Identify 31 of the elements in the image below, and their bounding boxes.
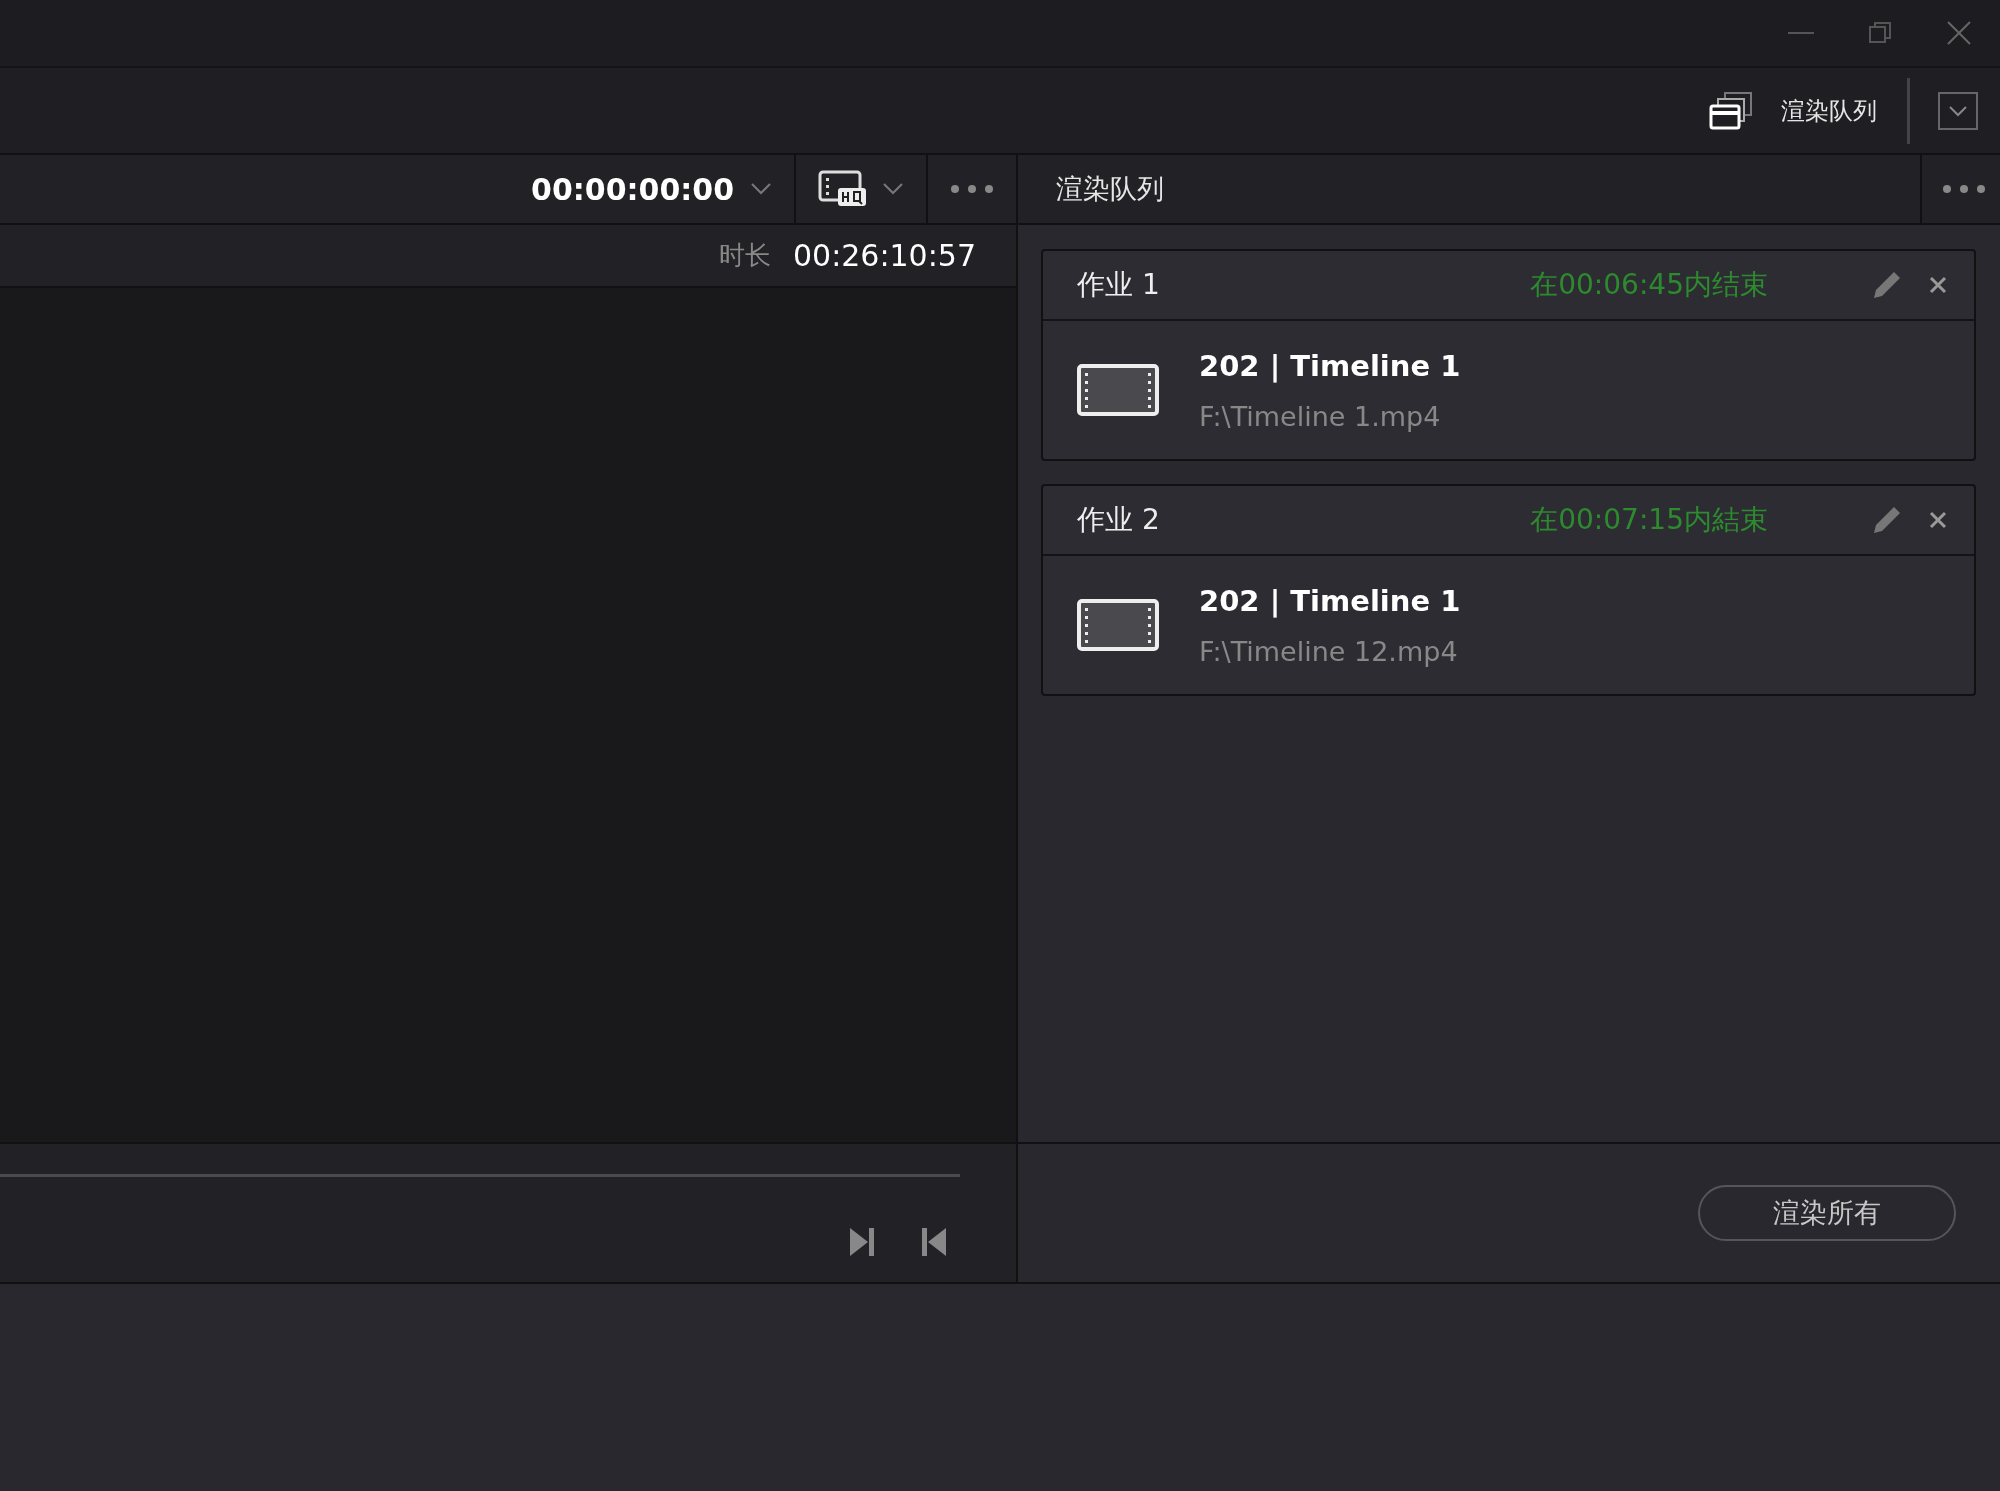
close-icon[interactable] bbox=[1928, 510, 1948, 530]
timeline-name: 202 | Timeline 1 bbox=[1199, 348, 1461, 383]
file-path: F:\Timeline 1.mp4 bbox=[1199, 400, 1442, 432]
more-icon[interactable] bbox=[950, 184, 994, 194]
film-icon bbox=[1077, 599, 1159, 651]
render-queue-button[interactable]: 渲染队列 bbox=[1703, 89, 1907, 132]
more-icon[interactable] bbox=[1942, 184, 1986, 194]
job-status: 在00:06:45内结束 bbox=[1530, 267, 1768, 303]
timecode[interactable]: 00:00:00:00 bbox=[531, 171, 734, 207]
chevron-down-icon bbox=[1947, 103, 1969, 118]
job-title: 作业 2 bbox=[1077, 502, 1160, 538]
file-path: F:\Timeline 12.mp4 bbox=[1199, 635, 1459, 667]
hq-icon[interactable] bbox=[818, 170, 868, 208]
timeline-name: 202 | Timeline 1 bbox=[1199, 583, 1461, 618]
job-title: 作业 1 bbox=[1077, 267, 1160, 303]
job-status: 在00:07:15内結束 bbox=[1530, 502, 1768, 538]
skip-forward-icon[interactable] bbox=[848, 1226, 876, 1258]
render-all-button[interactable]: 渲染所有 bbox=[1698, 1185, 1956, 1241]
close-icon[interactable] bbox=[1946, 20, 1972, 46]
chevron-down-icon[interactable] bbox=[750, 182, 772, 196]
dropdown-button[interactable] bbox=[1938, 91, 1978, 130]
restore-icon[interactable] bbox=[1868, 21, 1892, 45]
close-icon[interactable] bbox=[1928, 275, 1948, 295]
film-icon bbox=[1077, 364, 1159, 416]
panel-title: 渲染队列 bbox=[1055, 172, 1164, 206]
minimize-icon[interactable] bbox=[1788, 31, 1814, 35]
skip-back-icon[interactable] bbox=[920, 1226, 948, 1258]
chevron-down-icon[interactable] bbox=[882, 182, 904, 196]
duration-label: 时长 bbox=[718, 239, 771, 272]
clapperboard-icon bbox=[1709, 90, 1755, 131]
duration-value: 00:26:10:57 bbox=[792, 238, 976, 273]
